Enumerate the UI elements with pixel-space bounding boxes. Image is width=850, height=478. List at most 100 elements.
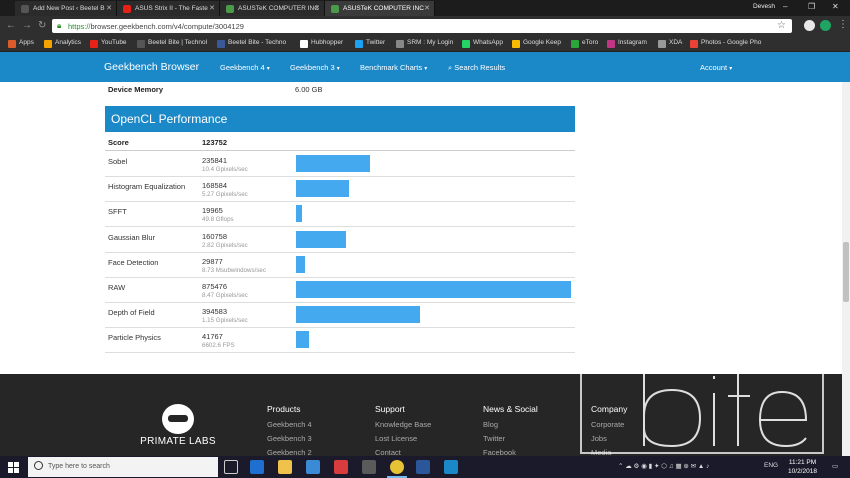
restore-icon[interactable]: ❐ — [808, 2, 815, 11]
benchmark-rate: 49.8 Gflops — [202, 216, 234, 224]
browser-tab[interactable]: ASUS Strix II - The Faste ✕ — [117, 1, 220, 16]
google-photos-icon — [690, 40, 698, 48]
bookmark-item[interactable]: Hubhopper — [300, 39, 343, 48]
close-icon[interactable]: ✕ — [106, 4, 112, 12]
nav-geekbench4[interactable]: Geekbench 4 ▾ — [220, 63, 270, 72]
benchmark-bar — [296, 281, 571, 298]
bookmark-star-icon[interactable]: ☆ — [777, 20, 786, 31]
facebook-icon — [217, 40, 225, 48]
nav-account[interactable]: Account ▾ — [700, 63, 732, 72]
benchmark-row: Histogram Equalization 168584 5.27 Gpixels… — [105, 177, 575, 203]
close-icon[interactable]: ✕ — [314, 4, 320, 12]
benchmark-bar — [296, 331, 310, 349]
benchmark-bar — [296, 255, 306, 273]
bookmark-item[interactable]: Photos - Google Pho — [690, 39, 761, 48]
browser-tab[interactable]: ASUSTeK COMPUTER INC ✕ — [220, 1, 325, 16]
benchmark-row: Particle Physics 41767 6602.6 FPS — [105, 328, 575, 354]
close-window-icon[interactable]: ✕ — [832, 2, 839, 11]
scrollbar-thumb[interactable] — [843, 242, 849, 302]
extension-icon[interactable] — [804, 20, 815, 31]
site-brand[interactable]: Geekbench Browser — [104, 61, 199, 73]
benchmark-row: SFFT 19965 49.8 Gflops — [105, 202, 575, 228]
close-icon[interactable]: ✕ — [424, 4, 430, 12]
bookmark-item[interactable]: Analytics — [44, 39, 81, 48]
grammarly-icon[interactable] — [820, 20, 831, 31]
language-indicator[interactable]: ENG — [764, 462, 778, 469]
reload-icon[interactable]: ↻ — [38, 20, 46, 31]
benchmark-bar — [296, 306, 420, 324]
footer-link[interactable]: Geekbench 4 — [267, 420, 312, 434]
url-scheme: https:// — [68, 22, 91, 31]
taskbar-clock[interactable]: 11:21 PM 10/2/2018 — [780, 458, 825, 476]
gift-app-icon[interactable] — [334, 460, 348, 474]
chrome-icon[interactable] — [390, 460, 404, 474]
benchmark-name: Depth of Field — [108, 308, 155, 318]
windows-start-icon[interactable] — [8, 462, 19, 473]
footer-column-support: Support Knowledge Base Lost License Cont… — [375, 404, 431, 462]
device-memory-label: Device Memory — [108, 85, 164, 94]
footer-link[interactable]: Blog — [483, 420, 538, 434]
tab-favicon — [21, 5, 29, 13]
primate-logo-icon — [162, 404, 194, 434]
close-icon[interactable]: ✕ — [209, 4, 215, 12]
edge-icon[interactable] — [250, 460, 264, 474]
back-icon[interactable]: ← — [6, 20, 16, 31]
benchmark-row: Sobel 235841 10.4 Gpixels/sec — [105, 152, 575, 177]
bookmark-item[interactable]: Twitter — [355, 39, 385, 48]
bookmark-item[interactable]: WhatsApp — [462, 39, 503, 48]
nav-search-results[interactable]: ⌕ Search Results — [448, 63, 505, 73]
nav-benchmark-charts[interactable]: Benchmark Charts ▾ — [360, 63, 427, 72]
footer-link[interactable]: Twitter — [483, 434, 538, 448]
device-memory-row: Device Memory 6.00 GB — [105, 82, 575, 102]
notifications-icon[interactable]: ▭ — [832, 462, 838, 470]
footer-link[interactable]: Geekbench 3 — [267, 434, 312, 448]
bookmark-item[interactable]: XDA — [658, 39, 682, 48]
apps-grid-icon — [8, 40, 16, 48]
word-icon[interactable] — [416, 460, 430, 474]
tab-favicon — [226, 5, 234, 13]
system-tray-icons[interactable]: ⌃ ☁ ⚙ ◉ ▮ ✦ ⬡ ♫ ▦ ⊕ ✉ ▲ ♪ — [618, 462, 709, 470]
bookmark-item[interactable]: Beetel Bite | Technol — [137, 39, 207, 48]
benchmark-bar — [296, 205, 303, 223]
bookmark-item[interactable]: Instagram — [607, 39, 647, 48]
bookmark-item[interactable]: SRM : My Login — [396, 39, 453, 48]
url-input[interactable]: 🔒︎ https://browser.geekbench.com/v4/comp… — [52, 19, 792, 33]
profile-name[interactable]: Devesh — [753, 3, 775, 10]
minimize-icon[interactable]: – — [783, 2, 787, 11]
analytics-icon — [44, 40, 52, 48]
mail-icon[interactable] — [362, 460, 376, 474]
bookmark-item[interactable]: Google Keep — [512, 39, 561, 48]
browser-tab[interactable]: Add New Post ‹ Beetel B ✕ — [15, 1, 117, 16]
watermark-lettering-icon — [611, 298, 808, 448]
benchmark-score: 168584 — [202, 181, 228, 191]
benchmark-score: 875476 — [202, 282, 228, 291]
benchmark-row: Face Detection 29877 8.73 Msubwindows/sec — [105, 253, 575, 278]
primate-labs-logo[interactable]: PRIMATE LABS — [138, 404, 218, 447]
benchmark-name: Sobel — [108, 157, 128, 166]
tab-favicon — [331, 5, 339, 13]
app-icon[interactable] — [444, 460, 458, 474]
taskbar-search-input[interactable]: Type here to search — [28, 457, 218, 477]
lock-icon: 🔒︎ — [57, 21, 62, 30]
bookmark-item[interactable]: YouTube — [90, 39, 127, 48]
bookmark-apps[interactable]: Apps — [8, 39, 34, 48]
device-memory-value: 6.00 GB — [295, 85, 323, 94]
benchmark-score: 160758 — [202, 231, 228, 241]
page-scrollbar[interactable] — [842, 82, 850, 456]
menu-icon[interactable]: ⋮ — [838, 19, 848, 30]
store-icon[interactable] — [306, 460, 320, 474]
browser-tab-active[interactable]: ASUSTeK COMPUTER INC ✕ — [325, 1, 435, 16]
benchmark-rate: 1.15 Gpixels/sec — [202, 317, 248, 325]
file-explorer-icon[interactable] — [278, 460, 292, 474]
footer-link[interactable]: Knowledge Base — [375, 420, 431, 434]
benchmark-name: Face Detection — [108, 257, 159, 267]
task-view-icon[interactable] — [224, 460, 238, 474]
footer-link[interactable]: Lost License — [375, 434, 431, 448]
bookmark-item[interactable]: Beetel Bite - Techno — [217, 39, 286, 48]
bookmark-item[interactable]: eToro — [571, 39, 598, 48]
forward-icon[interactable]: → — [22, 20, 32, 31]
footer-column-news: News & Social Blog Twitter Facebook — [483, 404, 538, 462]
benchmark-name: SFFT — [108, 207, 127, 217]
nav-geekbench3[interactable]: Geekbench 3 ▾ — [290, 63, 340, 72]
benchmark-rate: 2.82 Gpixels/sec — [202, 241, 248, 249]
